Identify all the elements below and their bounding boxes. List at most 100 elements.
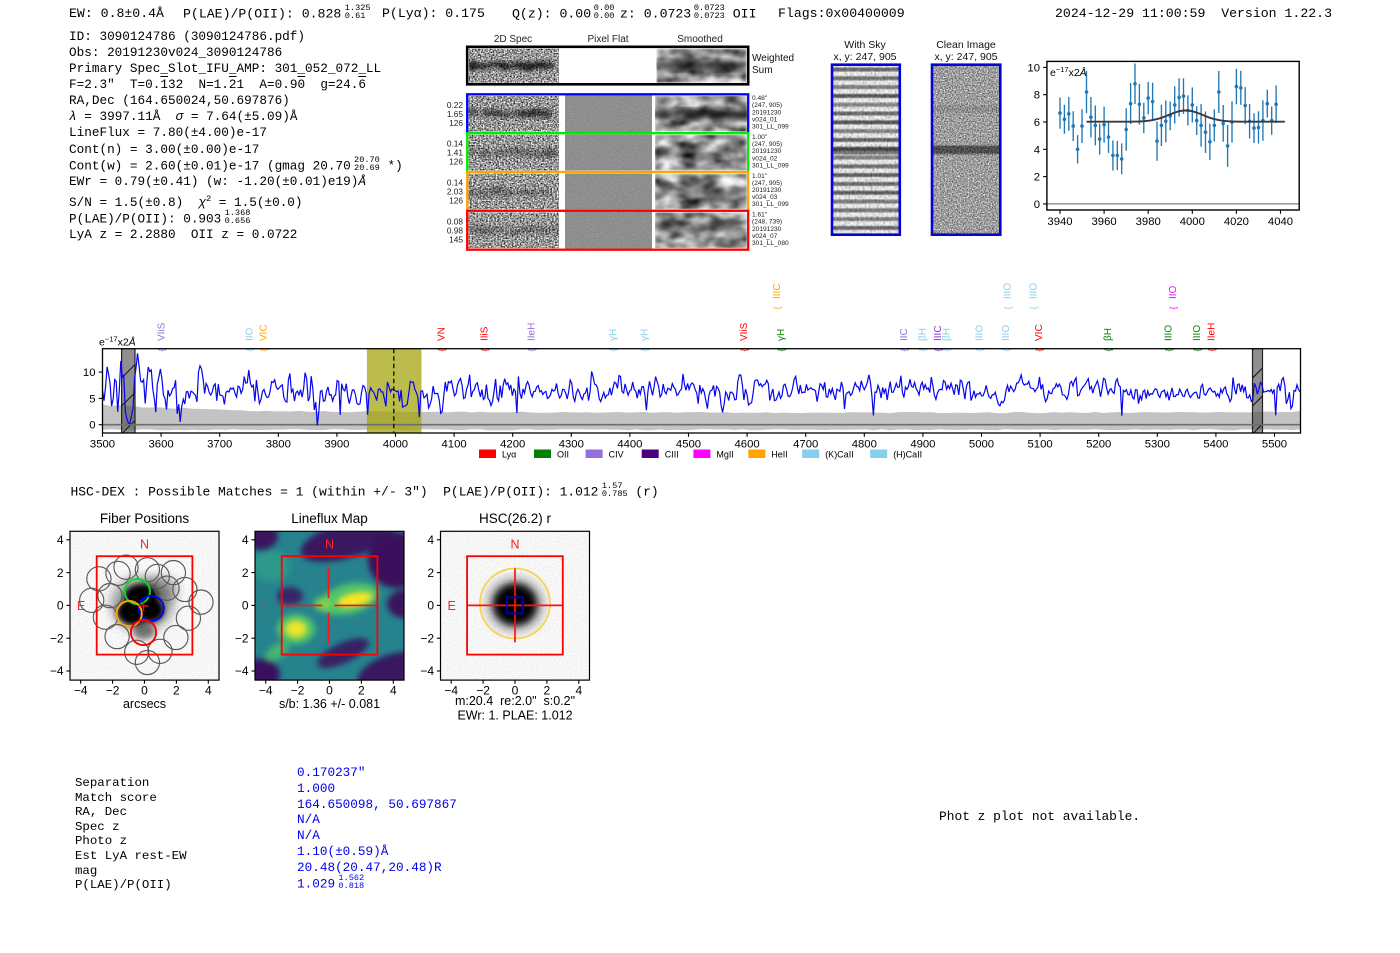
svg-text:IIIO: IIIO <box>1003 283 1014 299</box>
svg-text:20191230: 20191230 <box>752 148 782 155</box>
svg-text:301_LL_080: 301_LL_080 <box>752 240 789 247</box>
svg-text:3700: 3700 <box>207 439 232 451</box>
svg-text:4100: 4100 <box>442 439 467 451</box>
svg-text:20191230: 20191230 <box>752 187 782 194</box>
svg-text:γH: γH <box>608 329 619 341</box>
svg-text:4000: 4000 <box>1180 216 1205 228</box>
svg-text:4: 4 <box>390 684 397 698</box>
svg-text:301_LL_099: 301_LL_099 <box>752 162 789 169</box>
svg-text:(K)CaII: (K)CaII <box>825 450 854 460</box>
svg-text:CIII: CIII <box>665 450 679 460</box>
svg-text:4800: 4800 <box>852 439 877 451</box>
svg-text:m:20.4 re:2.0" s:0.2": m:20.4 re:2.0" s:0.2" <box>455 694 575 708</box>
svg-text:{: { <box>1029 306 1039 309</box>
svg-text:5000: 5000 <box>969 439 994 451</box>
svg-text:IIIC: IIIC <box>772 283 783 299</box>
svg-text:−4: −4 <box>50 664 64 678</box>
svg-text:4: 4 <box>205 684 212 698</box>
svg-text:3960: 3960 <box>1092 216 1117 228</box>
svg-text:4500: 4500 <box>676 439 701 451</box>
svg-text:EWr: 1. PLAE: 1.012: EWr: 1. PLAE: 1.012 <box>457 709 572 723</box>
svg-text:VIiS: VIiS <box>157 322 168 341</box>
svg-text:Lyα: Lyα <box>502 450 516 460</box>
svg-text:6: 6 <box>1034 117 1040 129</box>
svg-text:2: 2 <box>57 566 64 580</box>
svg-text:145: 145 <box>449 234 463 244</box>
svg-text:5100: 5100 <box>1028 439 1053 451</box>
svg-text:3980: 3980 <box>1136 216 1161 228</box>
svg-text:IIO: IIO <box>1168 285 1179 299</box>
svg-text:1.01": 1.01" <box>752 173 768 180</box>
svg-text:N: N <box>325 538 334 552</box>
svg-text:Lineflux Map: Lineflux Map <box>291 511 368 526</box>
svg-text:E: E <box>77 599 85 613</box>
svg-text:10: 10 <box>1027 62 1040 74</box>
svg-text:−2: −2 <box>420 631 434 645</box>
svg-text:3940: 3940 <box>1047 216 1072 228</box>
svg-text:8: 8 <box>1034 90 1040 102</box>
svg-text:−4: −4 <box>235 664 249 678</box>
svg-text:IIIO: IIIO <box>975 325 986 341</box>
svg-text:3500: 3500 <box>90 439 115 451</box>
svg-text:N: N <box>140 538 149 552</box>
svg-text:{: { <box>1168 306 1178 309</box>
svg-text:4: 4 <box>427 533 434 547</box>
svg-text:2: 2 <box>358 684 365 698</box>
svg-text:v024_01: v024_01 <box>752 116 778 123</box>
svg-text:VIiS: VIiS <box>739 322 750 341</box>
svg-text:γH: γH <box>640 329 651 341</box>
svg-text:βH: βH <box>918 328 929 341</box>
svg-text:γH: γH <box>776 329 787 341</box>
svg-text:IIC: IIC <box>899 328 910 341</box>
svg-text:v024_03: v024_03 <box>752 194 778 201</box>
svg-text:−4: −4 <box>420 664 434 678</box>
svg-text:E: E <box>262 599 270 613</box>
svg-text:−2: −2 <box>106 684 120 698</box>
svg-text:v024_02: v024_02 <box>752 155 778 162</box>
svg-text:5200: 5200 <box>1086 439 1111 451</box>
svg-text:4: 4 <box>57 533 64 547</box>
svg-text:IIIO: IIIO <box>1192 325 1203 341</box>
svg-text:20191230: 20191230 <box>752 226 782 233</box>
svg-text:4: 4 <box>1034 144 1040 156</box>
svg-text:Pixel Flat: Pixel Flat <box>587 34 628 45</box>
svg-text:0: 0 <box>326 684 333 698</box>
svg-text:x, y: 247, 905: x, y: 247, 905 <box>833 51 896 63</box>
svg-text:2: 2 <box>427 566 434 580</box>
svg-text:−4: −4 <box>259 684 273 698</box>
svg-text:4600: 4600 <box>735 439 760 451</box>
svg-text:e−17x2Å: e−17x2Å <box>99 335 136 349</box>
svg-text:IIiS: IIiS <box>480 326 491 341</box>
svg-text:−2: −2 <box>50 631 64 645</box>
svg-text:s/b: 1.36 +/- 0.081: s/b: 1.36 +/- 0.081 <box>279 697 380 711</box>
svg-text:IIIO: IIIO <box>1164 325 1175 341</box>
svg-text:IIIO: IIIO <box>1001 325 1012 341</box>
svg-text:4: 4 <box>575 684 582 698</box>
svg-text:βH: βH <box>1103 328 1114 341</box>
svg-text:x, y: 247, 905: x, y: 247, 905 <box>934 51 997 63</box>
svg-text:0: 0 <box>89 420 95 432</box>
svg-text:126: 126 <box>449 118 463 128</box>
svg-text:126: 126 <box>449 157 463 167</box>
svg-text:{: { <box>1003 306 1013 309</box>
svg-text:VN: VN <box>437 327 448 341</box>
svg-text:(H)CaII: (H)CaII <box>893 450 922 460</box>
svg-text:(247, 905): (247, 905) <box>752 102 782 109</box>
svg-text:2: 2 <box>173 684 180 698</box>
svg-text:0: 0 <box>141 684 148 698</box>
svg-text:HeII: HeII <box>771 450 788 460</box>
svg-text:0: 0 <box>57 599 64 613</box>
svg-text:Sum: Sum <box>752 65 773 76</box>
svg-text:v024_07: v024_07 <box>752 233 778 240</box>
svg-text:5400: 5400 <box>1203 439 1228 451</box>
svg-text:4: 4 <box>242 533 249 547</box>
svg-text:−2: −2 <box>291 684 305 698</box>
svg-text:1.61": 1.61" <box>752 212 768 219</box>
svg-text:0: 0 <box>242 599 249 613</box>
svg-text:IIO: IIO <box>245 327 256 341</box>
svg-text:10: 10 <box>83 367 96 379</box>
svg-text:4020: 4020 <box>1224 216 1249 228</box>
svg-text:3900: 3900 <box>324 439 349 451</box>
svg-text:(247, 905): (247, 905) <box>752 141 782 148</box>
svg-text:3600: 3600 <box>149 439 174 451</box>
